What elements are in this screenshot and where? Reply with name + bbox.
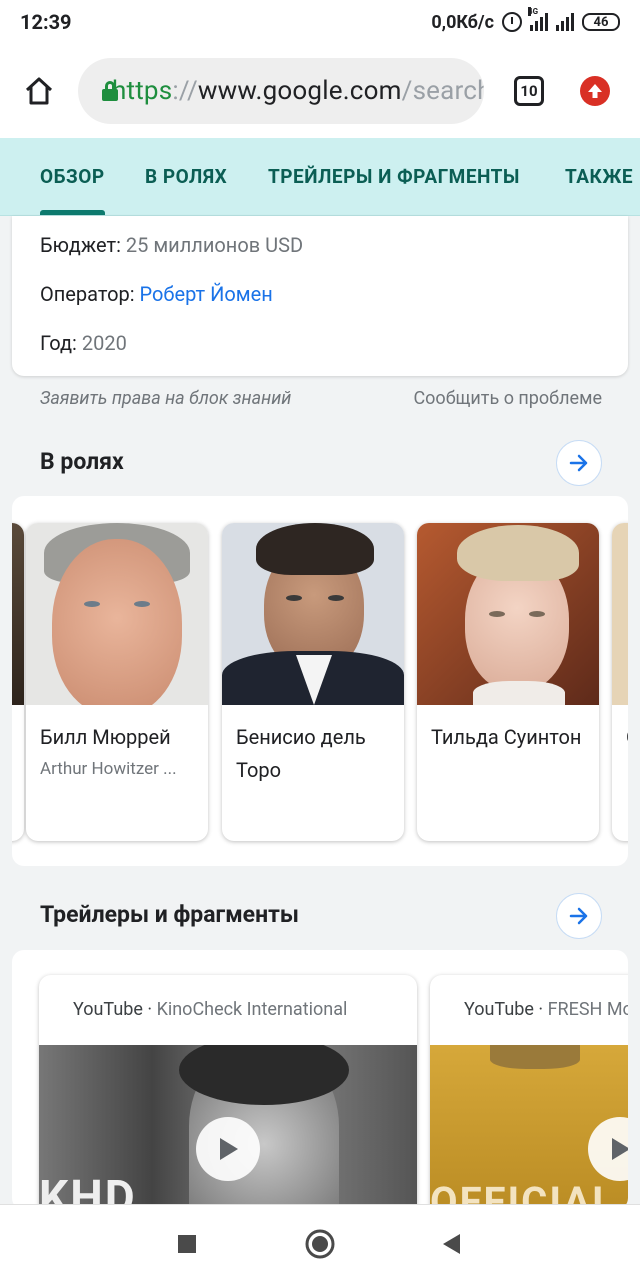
status-time: 12:39 — [20, 10, 72, 34]
cast-more-button[interactable] — [556, 440, 602, 486]
cast-card-partial[interactable]: О — [612, 523, 628, 841]
cast-card[interactable]: Бенисио дель Торо — [222, 523, 404, 841]
url-text: https://www.google.com/search — [112, 76, 484, 106]
update-button[interactable] — [580, 76, 610, 106]
back-triangle-icon — [443, 1234, 460, 1254]
cast-photo — [12, 523, 24, 705]
cast-photo — [612, 523, 628, 705]
budget-row: Бюджет: 25 миллионов USD — [40, 233, 304, 257]
tab-overview[interactable]: ОБЗОР — [34, 138, 111, 215]
video-card[interactable]: YouTube · KinoCheck International KHD — [39, 975, 417, 1210]
tab-cast[interactable]: В РОЛЯХ — [140, 138, 232, 215]
tab-also[interactable]: ТАКЖЕ — [561, 138, 637, 215]
cast-photo — [26, 523, 208, 705]
trailers-more-button[interactable] — [556, 893, 602, 939]
square-icon — [178, 1235, 196, 1253]
cast-carousel[interactable]: Билл Мюррей Arthur Howitzer ... Бенисио … — [12, 496, 628, 866]
cast-photo — [417, 523, 599, 705]
network-speed: 0,0Кб/с — [431, 11, 494, 33]
back-button[interactable] — [434, 1227, 468, 1261]
report-problem-link[interactable]: Сообщить о проблеме — [413, 388, 602, 409]
cast-name: Билл Мюррей — [40, 725, 171, 749]
cast-role: Arthur Howitzer ... — [40, 759, 177, 779]
cast-name: Тильда Суинтон — [431, 725, 582, 749]
tab-switcher-button[interactable]: 10 — [514, 76, 544, 106]
system-nav-bar — [0, 1204, 640, 1280]
recents-button[interactable] — [170, 1227, 204, 1261]
video-card[interactable]: YouTube · FRESH Mo OFFICIAL — [430, 975, 628, 1210]
battery-icon: 46 — [582, 13, 620, 31]
video-thumbnail: OFFICIAL — [430, 1045, 628, 1210]
video-source: YouTube · KinoCheck International — [73, 999, 348, 1020]
claim-knowledge-panel-link[interactable]: Заявить права на блок знаний — [40, 388, 291, 409]
arrow-right-icon — [569, 454, 588, 472]
alarm-icon — [502, 12, 522, 32]
browser-toolbar: https://www.google.com/search 10 — [0, 44, 640, 138]
result-tabs: ОБЗОР В РОЛЯХ ТРЕЙЛЕРЫ И ФРАГМЕНТЫ ТАКЖЕ — [0, 138, 640, 216]
operator-link[interactable]: Роберт Йомен — [140, 282, 273, 306]
operator-row: Оператор: Роберт Йомен — [40, 282, 273, 306]
play-button[interactable] — [588, 1117, 628, 1181]
video-thumbnail: KHD — [39, 1045, 417, 1210]
tab-trailers[interactable]: ТРЕЙЛЕРЫ И ФРАГМЕНТЫ — [264, 138, 524, 215]
cast-card[interactable]: Билл Мюррей Arthur Howitzer ... — [26, 523, 208, 841]
year-row: Год: 2020 — [40, 331, 127, 355]
cast-name: О — [626, 721, 628, 754]
cast-card-partial[interactable] — [12, 523, 24, 841]
cast-photo — [222, 523, 404, 705]
cast-card[interactable]: Тильда Суинтон — [417, 523, 599, 841]
url-field[interactable]: https://www.google.com/search — [78, 58, 484, 124]
cast-name: Бенисио дель Торо — [236, 725, 366, 782]
home-icon — [25, 77, 53, 105]
arrow-right-icon — [569, 907, 588, 925]
play-icon — [612, 1138, 628, 1160]
home-button[interactable] — [14, 66, 64, 116]
arrow-up-icon — [588, 84, 602, 98]
feedback-row: Заявить права на блок знаний Сообщить о … — [40, 388, 602, 409]
knowledge-panel-card: Бюджет: 25 миллионов USD Оператор: Робер… — [12, 216, 628, 376]
status-bar: 12:39 0,0Кб/с 4G 46 — [0, 0, 640, 44]
circle-icon — [305, 1229, 335, 1259]
home-nav-button[interactable] — [303, 1227, 337, 1261]
play-button[interactable] — [196, 1117, 260, 1181]
signal-icon — [556, 13, 574, 31]
cast-section-title: В ролях — [40, 448, 124, 475]
status-indicators: 0,0Кб/с 4G 46 — [431, 7, 620, 33]
signal-4g-icon: 4G — [528, 7, 548, 31]
trailers-section-title: Трейлеры и фрагменты — [40, 901, 299, 928]
trailers-carousel[interactable]: YouTube · KinoCheck International KHD Yo… — [12, 950, 628, 1210]
play-icon — [220, 1138, 238, 1160]
video-source: YouTube · FRESH Mo — [464, 999, 628, 1020]
